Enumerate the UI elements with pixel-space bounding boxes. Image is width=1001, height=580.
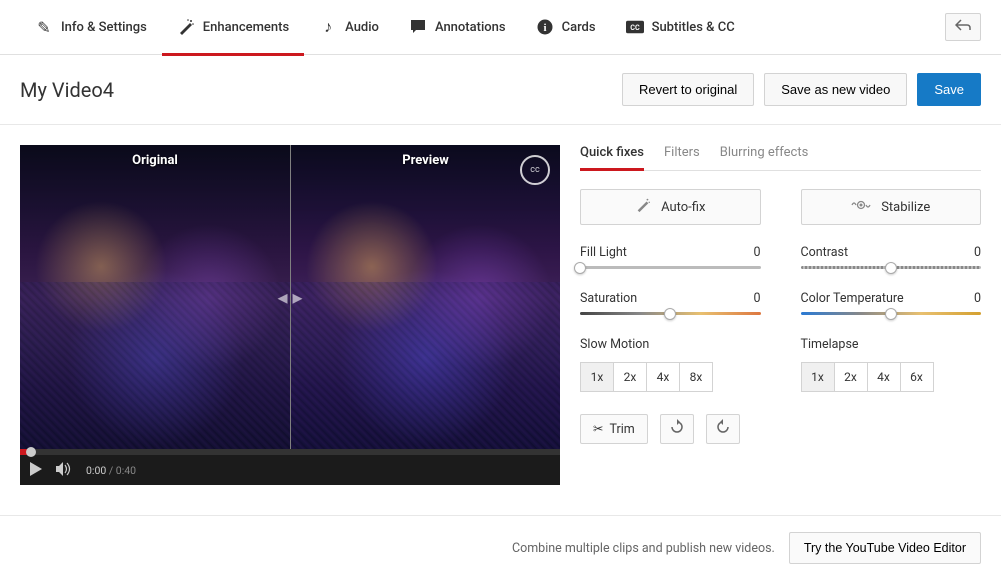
contrast-slider[interactable]	[801, 266, 982, 269]
play-button[interactable]	[30, 462, 42, 479]
subtab-quick-fixes[interactable]: Quick fixes	[580, 145, 644, 170]
button-label: Stabilize	[881, 200, 930, 215]
saturation-value: 0	[753, 291, 760, 306]
rotate-right-icon	[669, 419, 685, 439]
fill-light-slider[interactable]	[580, 266, 761, 269]
video-preview: Original Preview cc ◂ ▸	[20, 145, 560, 449]
reply-arrow-icon	[955, 19, 971, 35]
slow-motion-label: Slow Motion	[580, 337, 761, 352]
fill-light-value: 0	[753, 245, 760, 260]
tab-enhancements[interactable]: Enhancements	[162, 0, 304, 55]
slowmo-1x[interactable]: 1x	[580, 362, 614, 392]
footer-text: Combine multiple clips and publish new v…	[512, 541, 775, 556]
slider-handle[interactable]	[885, 262, 897, 274]
revert-button[interactable]: Revert to original	[622, 73, 754, 106]
scissors-icon: ✂	[593, 421, 603, 437]
stabilize-icon	[851, 198, 871, 216]
tab-annotations[interactable]: Annotations	[394, 0, 521, 55]
color-temp-slider[interactable]	[801, 312, 982, 315]
saturation-slider[interactable]	[580, 312, 761, 315]
info-circle-icon: i	[536, 18, 554, 36]
try-editor-button[interactable]: Try the YouTube Video Editor	[789, 532, 981, 564]
volume-button[interactable]	[56, 462, 72, 479]
rotate-left-button[interactable]	[706, 414, 740, 444]
wand-icon	[177, 18, 195, 36]
fill-light-label: Fill Light	[580, 245, 627, 260]
tab-subtitles[interactable]: CC Subtitles & CC	[611, 0, 750, 55]
color-temp-value: 0	[974, 291, 981, 306]
scrubber-handle[interactable]	[26, 447, 36, 457]
contrast-value: 0	[974, 245, 981, 260]
pencil-icon: ✎	[35, 18, 53, 36]
timelapse-segment: 1x 2x 4x 6x	[801, 362, 982, 392]
slowmo-8x[interactable]: 8x	[679, 362, 713, 392]
tab-info-settings[interactable]: ✎ Info & Settings	[20, 0, 162, 55]
rotate-right-button[interactable]	[660, 414, 694, 444]
preview-label: Preview	[402, 153, 449, 168]
watermark-icon: cc	[520, 155, 550, 185]
duration: / 0:40	[106, 464, 136, 477]
subtab-filters[interactable]: Filters	[664, 145, 700, 170]
tab-label: Cards	[562, 20, 596, 35]
slowmo-2x[interactable]: 2x	[613, 362, 647, 392]
cc-icon: CC	[626, 18, 644, 36]
video-title: My Video4	[20, 78, 612, 102]
trim-button[interactable]: ✂ Trim	[580, 414, 648, 444]
save-button[interactable]: Save	[917, 73, 981, 106]
contrast-label: Contrast	[801, 245, 849, 260]
tab-label: Annotations	[435, 20, 506, 35]
tab-label: Info & Settings	[61, 20, 147, 35]
current-time: 0:00	[86, 464, 106, 477]
comparison-divider-icon[interactable]: ◂ ▸	[277, 285, 302, 309]
slider-handle[interactable]	[574, 262, 586, 274]
timelapse-label: Timelapse	[801, 337, 982, 352]
svg-text:CC: CC	[630, 23, 640, 32]
timelapse-2x[interactable]: 2x	[834, 362, 868, 392]
tab-audio[interactable]: ♪ Audio	[304, 0, 394, 55]
original-label: Original	[132, 153, 178, 168]
slowmo-4x[interactable]: 4x	[646, 362, 680, 392]
speech-bubble-icon	[409, 18, 427, 36]
svg-text:i: i	[543, 22, 546, 34]
slow-motion-segment: 1x 2x 4x 8x	[580, 362, 761, 392]
color-temp-label: Color Temperature	[801, 291, 904, 306]
rotate-left-icon	[715, 419, 731, 439]
tab-label: Enhancements	[203, 20, 289, 35]
slider-handle[interactable]	[664, 308, 676, 320]
timelapse-4x[interactable]: 4x	[867, 362, 901, 392]
stabilize-button[interactable]: Stabilize	[801, 189, 982, 225]
timelapse-1x[interactable]: 1x	[801, 362, 835, 392]
timelapse-6x[interactable]: 6x	[900, 362, 934, 392]
saturation-label: Saturation	[580, 291, 637, 306]
tab-label: Audio	[345, 20, 379, 35]
subtab-blurring[interactable]: Blurring effects	[720, 145, 809, 170]
slider-handle[interactable]	[885, 308, 897, 320]
button-label: Auto-fix	[661, 200, 705, 215]
tab-label: Subtitles & CC	[652, 20, 735, 35]
auto-fix-button[interactable]: Auto-fix	[580, 189, 761, 225]
button-label: Trim	[609, 422, 634, 437]
save-as-new-button[interactable]: Save as new video	[764, 73, 907, 106]
tab-cards[interactable]: i Cards	[521, 0, 611, 55]
video-scrubber[interactable]	[20, 449, 560, 455]
wand-icon	[635, 197, 651, 217]
music-note-icon: ♪	[319, 18, 337, 36]
reply-button[interactable]	[945, 13, 981, 41]
